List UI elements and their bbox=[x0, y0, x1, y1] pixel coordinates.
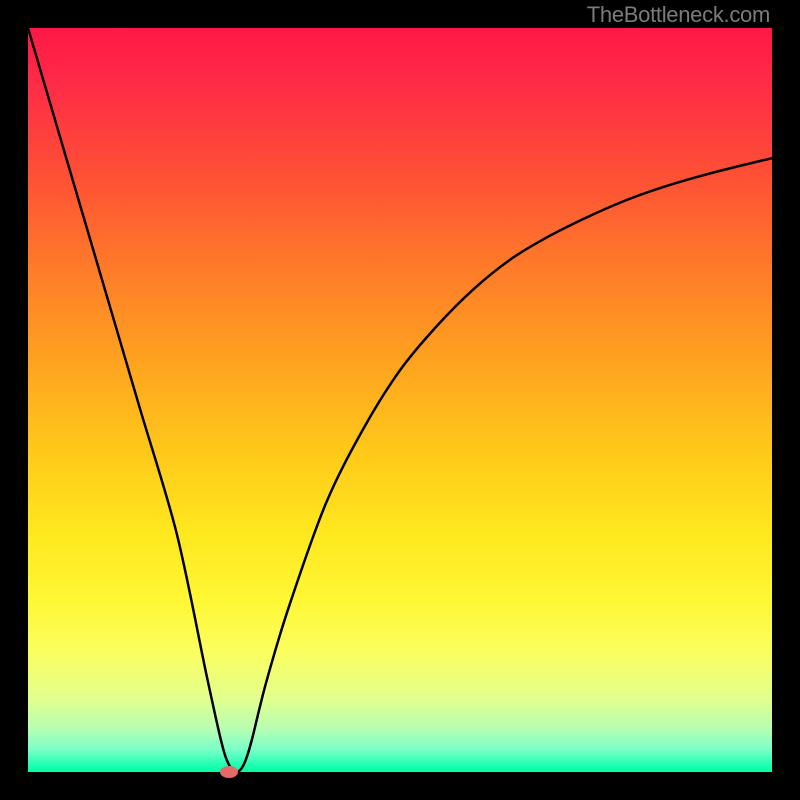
curve-svg bbox=[28, 28, 772, 772]
optimal-point-marker bbox=[220, 766, 238, 778]
plot-area bbox=[28, 28, 772, 772]
bottleneck-curve-path bbox=[28, 28, 772, 772]
watermark-text: TheBottleneck.com bbox=[587, 2, 770, 28]
chart-frame: TheBottleneck.com bbox=[0, 0, 800, 800]
